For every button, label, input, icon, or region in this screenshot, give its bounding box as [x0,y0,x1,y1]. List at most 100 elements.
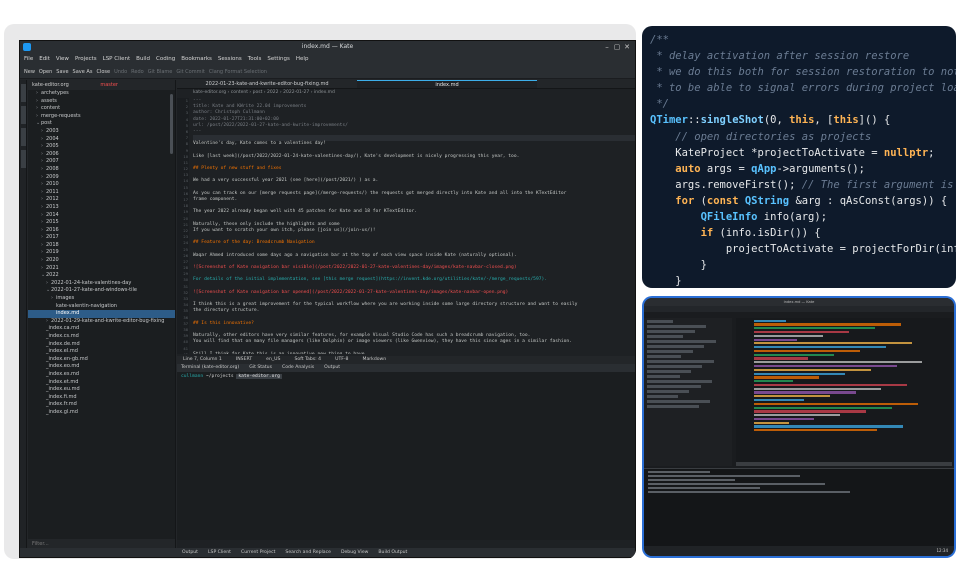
code-line[interactable]: You will find that on many file managers… [193,339,635,345]
menu-item-file[interactable]: File [24,53,33,65]
tree-item[interactable]: › 2009 [28,174,175,182]
bottom-tab[interactable]: LSP Client [208,548,231,557]
menu-item-sessions[interactable]: Sessions [218,53,242,65]
tree-item[interactable]: › 2013 [28,204,175,212]
clang-format-button[interactable]: Clang Format Selection [209,65,267,78]
sidebar-scrollbar[interactable] [170,94,173,154]
breadcrumb[interactable]: kate-editor.org › content › post › 2022 … [177,89,635,97]
tree-item[interactable]: › merge-requests [28,113,175,121]
menu-item-help[interactable]: Help [296,53,309,65]
tree-item[interactable]: › 2014 [28,212,175,220]
tree-item[interactable]: › 2019 [28,249,175,257]
tree-item[interactable]: › 2008 [28,166,175,174]
tree-item[interactable]: › 2006 [28,151,175,159]
indentation[interactable]: Soft Tabs: 4 [294,356,321,364]
mini-code-line [754,429,878,432]
menu-item-build[interactable]: Build [136,53,150,65]
tool-tab[interactable]: Code Analysis [282,364,314,372]
tree-item[interactable]: › content [28,105,175,113]
tree-item[interactable]: › images [28,295,175,303]
tree-item[interactable]: › 2011 [28,189,175,197]
tree-item[interactable]: _index.en-gb.md [28,356,175,364]
tree-item[interactable]: ⌄2022 [28,272,175,280]
tree-item[interactable]: › 2005 [28,143,175,151]
mini-clock: 12:34 [936,548,948,553]
tree-item[interactable]: _index.el.md [28,348,175,356]
editor-tab[interactable]: index.md [357,80,537,88]
tree-item[interactable]: › 2017 [28,234,175,242]
input-mode[interactable]: INSERT [236,356,252,364]
maximize-icon[interactable]: ▢ [613,43,621,51]
menu-item-lsp-client[interactable]: LSP Client [103,53,131,65]
tree-item[interactable]: _index.ca.md [28,325,175,333]
terminal-panel[interactable]: cullmann ~/projects kate-editor.org [177,372,635,540]
git-branch[interactable]: master [100,82,118,88]
code-view[interactable]: 1 2 3 4 5 6 7 8 9 10 11 12 13 14 15 16 17 18 19 20 21 22 23 24 2… [177,98,635,354]
syntax-mode[interactable]: Markdown [363,356,387,364]
bottom-tab[interactable]: Search and Replace [285,548,331,557]
tree-item[interactable]: ⌄post [28,120,175,128]
menu-item-view[interactable]: View [56,53,69,65]
tree-item[interactable]: ⌄2022-01-27-kate-and-windows-tile [28,287,175,295]
new-button[interactable]: New [24,65,35,78]
menu-item-settings[interactable]: Settings [267,53,290,65]
tree-item[interactable]: › 2020 [28,257,175,265]
tree-item[interactable]: › 2003 [28,128,175,136]
save-as-button[interactable]: Save As [73,65,93,78]
tree-item[interactable]: › assets [28,98,175,106]
menu-item-coding[interactable]: Coding [156,53,175,65]
bottom-tab[interactable]: Output [182,548,198,557]
text-lines[interactable]: --- title: Kate and KWrite 22.04 improvem… [193,98,635,354]
mini-code-line [754,353,834,356]
tree-item[interactable]: _index.fi.md [28,394,175,402]
close-icon[interactable]: ✕ [623,43,631,51]
tree-item[interactable]: _index.de.md [28,341,175,349]
tree-item[interactable]: › 2007 [28,158,175,166]
tree-item[interactable]: _index.cs.md [28,333,175,341]
tool-tab[interactable]: Git Status [249,364,272,372]
menu-item-bookmarks[interactable]: Bookmarks [181,53,212,65]
mini-output-line [648,483,825,485]
minimize-icon[interactable]: – [603,43,611,51]
tool-tab[interactable]: Output [324,364,340,372]
close-button[interactable]: Close [96,65,110,78]
tree-item[interactable]: › 2021 [28,265,175,273]
tree-item[interactable]: _index.fr.md [28,401,175,409]
editor-tab[interactable]: 2022-01-23-kate-and-kwrite-editor-bug-fi… [177,80,357,88]
save-button[interactable]: Save [56,65,68,78]
menu-item-projects[interactable]: Projects [75,53,97,65]
tree-item[interactable]: index.md [28,310,175,318]
git-commit-button[interactable]: Git Commit [176,65,204,78]
tree-item[interactable]: › 2016 [28,227,175,235]
cursor-position[interactable]: Line 7, Column 1 [183,356,222,364]
dictionary[interactable]: en_US [266,356,280,364]
tree-item[interactable]: _index.eu.md [28,386,175,394]
tree-item[interactable]: › 2010 [28,181,175,189]
bottom-tab[interactable]: Debug View [341,548,368,557]
tree-item[interactable]: › 2022-01-29-kate-and-kwrite-editor-bug-f… [28,318,175,326]
tree-item[interactable]: kate-valentin-navigation [28,303,175,311]
menu-item-edit[interactable]: Edit [39,53,50,65]
git-blame-button[interactable]: Git Blame [148,65,173,78]
tree-item[interactable]: _index.eo.md [28,363,175,371]
tool-tab[interactable]: Terminal (kate-editor.org) [181,364,239,372]
encoding[interactable]: UTF-8 [335,356,348,364]
tree-item[interactable]: › 2004 [28,136,175,144]
tree-item[interactable]: _index.et.md [28,379,175,387]
tree-item[interactable]: › archetypes [28,90,175,98]
open-button[interactable]: Open [39,65,52,78]
code-line[interactable]: Still I think for Kate this is an innova… [193,352,635,354]
tree-item[interactable]: › 2012 [28,196,175,204]
project-name[interactable]: kate-editor.org [32,82,69,88]
tree-item[interactable]: _index.gl.md [28,409,175,417]
redo-button[interactable]: Redo [131,65,144,78]
bottom-tab[interactable]: Build Output [378,548,407,557]
tree-item[interactable]: _index.es.md [28,371,175,379]
bottom-tab[interactable]: Current Project [241,548,275,557]
tree-item-label: _index.ca.md [46,325,80,332]
tree-item[interactable]: › 2018 [28,242,175,250]
tree-item[interactable]: › 2015 [28,219,175,227]
tree-item[interactable]: › 2022-01-24-kate-valentines-day [28,280,175,288]
undo-button[interactable]: Undo [114,65,127,78]
menu-item-tools[interactable]: Tools [248,53,262,65]
